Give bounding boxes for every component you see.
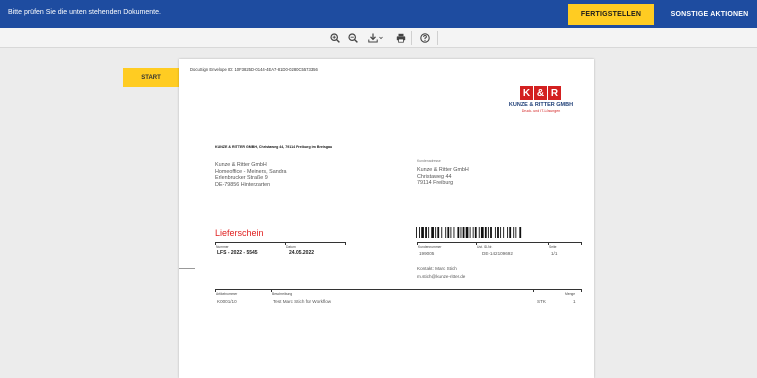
tax-id-label: Ust. ID-Nr. bbox=[477, 245, 493, 249]
barcode-bar bbox=[419, 227, 420, 238]
logo-ampersand: & bbox=[534, 86, 547, 100]
supplier-line: Kunze & Ritter GmbH bbox=[417, 167, 469, 173]
print-icon[interactable] bbox=[395, 31, 407, 45]
info-rule bbox=[215, 242, 345, 243]
download-icon[interactable] bbox=[367, 31, 385, 45]
barcode-bar bbox=[480, 227, 484, 238]
barcode-bar bbox=[497, 227, 499, 238]
top-bar: Bitte prüfen Sie die unten stehenden Dok… bbox=[0, 0, 757, 28]
barcode-bar bbox=[513, 227, 515, 238]
document-date: 24.05.2022 bbox=[289, 250, 315, 256]
start-button[interactable]: START bbox=[123, 68, 179, 87]
barcode-bar bbox=[425, 227, 427, 238]
quantity-column-header: Menge bbox=[565, 292, 576, 296]
barcode-bar bbox=[509, 227, 512, 238]
barcode-bar bbox=[507, 227, 509, 238]
rule-tick bbox=[581, 289, 582, 292]
supplier-address: Kunze & Ritter GmbH Christaweg 44 79114 … bbox=[417, 167, 469, 187]
date-label: Datum bbox=[286, 245, 296, 249]
logo-mark: K & R bbox=[520, 86, 561, 100]
toolbar-divider bbox=[411, 31, 412, 45]
recipient-line: DE-79856 Hinterzarten bbox=[215, 181, 271, 188]
barcode-bar bbox=[515, 227, 517, 238]
document-number: LFS - 2022 - 5545 bbox=[217, 250, 258, 256]
contact-person: Kontakt: Marc Stich bbox=[417, 266, 457, 271]
tax-id: DE-142109692 bbox=[482, 251, 513, 256]
barcode-bar bbox=[503, 227, 505, 238]
barcode-bar bbox=[457, 227, 460, 238]
rule-tick bbox=[581, 242, 582, 245]
zoom-in-icon[interactable] bbox=[329, 31, 341, 45]
document-toolbar bbox=[0, 28, 757, 48]
barcode-bar bbox=[445, 227, 447, 238]
supplier-line: 79114 Freiburg bbox=[417, 180, 454, 187]
customer-no-label: Kundennummer bbox=[418, 245, 442, 249]
barcode-bar bbox=[465, 227, 469, 238]
supplier-line: Christaweg 44 bbox=[417, 173, 452, 180]
info-rule bbox=[417, 242, 581, 243]
barcode-bar bbox=[474, 227, 477, 238]
customer-number: 199005 bbox=[419, 251, 435, 256]
help-icon[interactable] bbox=[419, 31, 431, 45]
barcode bbox=[416, 227, 522, 238]
barcode-bar bbox=[441, 227, 443, 238]
barcode-bar bbox=[494, 227, 496, 238]
description-column-header: Beschreibung bbox=[272, 292, 293, 296]
barcode-bar bbox=[453, 227, 455, 238]
barcode-bar bbox=[437, 227, 440, 238]
barcode-bar bbox=[487, 227, 489, 238]
barcode-bar bbox=[416, 227, 417, 238]
document-page: DocuSign Envelope ID: 10F3825D-0144-4EA7… bbox=[179, 59, 594, 378]
page-number: 1/1 bbox=[551, 251, 558, 256]
row-description: Test Marc Stich für Workflow bbox=[273, 299, 332, 304]
logo-tagline: Druck- und IT-Lösungen bbox=[521, 109, 561, 113]
finish-button[interactable]: FERTIGSTELLEN bbox=[568, 4, 654, 25]
barcode-bar bbox=[500, 227, 502, 238]
barcode-bar bbox=[484, 227, 487, 238]
barcode-bar bbox=[490, 227, 492, 238]
barcode-bar bbox=[519, 227, 522, 238]
page-label: Seite bbox=[549, 245, 557, 249]
article-column-header: Artikelnummer bbox=[216, 292, 238, 296]
barcode-bar bbox=[450, 227, 452, 238]
rule-tick bbox=[533, 289, 534, 292]
barcode-bar bbox=[447, 227, 450, 238]
logo-letter-r: R bbox=[548, 86, 561, 100]
barcode-bar bbox=[428, 227, 430, 238]
recipient-line: Erlenbrucker Straße 9 bbox=[215, 175, 268, 182]
envelope-id: DocuSign Envelope ID: 10F3825D-0144-4EA7… bbox=[190, 67, 318, 72]
barcode-bar bbox=[421, 227, 424, 238]
recipient-line: Kunze & Ritter GmbH bbox=[215, 162, 267, 168]
barcode-bar bbox=[431, 227, 434, 238]
barcode-bar bbox=[462, 227, 465, 238]
contact-email: m.stich@kunze-ritter.de bbox=[417, 274, 466, 279]
row-unit: STK bbox=[537, 299, 546, 304]
recipient-address: Kunze & Ritter GmbH Homeoffice - Meiners… bbox=[215, 162, 287, 188]
recipient-line: Homeoffice - Meiners, Sandra bbox=[215, 168, 287, 175]
number-label: Nummer bbox=[216, 245, 229, 249]
rule-tick bbox=[345, 242, 346, 245]
page-marker bbox=[179, 268, 195, 269]
barcode-bar bbox=[460, 227, 462, 238]
supplier-label: Kundenadresse bbox=[417, 159, 441, 163]
sender-line: KUNZE & RITTER GMBH, Christaweg 44, 7911… bbox=[215, 145, 333, 149]
barcode-bar bbox=[469, 227, 471, 238]
contact-block: Kontakt: Marc Stich m.stich@kunze-ritter… bbox=[417, 265, 465, 281]
row-quantity: 1 bbox=[573, 299, 576, 304]
barcode-bar bbox=[435, 227, 437, 238]
company-logo: K & R KUNZE & RITTER GMBH Druck- und IT-… bbox=[497, 86, 585, 116]
toolbar-divider bbox=[437, 31, 438, 45]
other-actions-button[interactable]: SONSTIGE AKTIONEN bbox=[662, 4, 757, 25]
logo-letter-k: K bbox=[520, 86, 533, 100]
logo-company-name: KUNZE & RITTER GMBH bbox=[508, 102, 574, 108]
document-title: Lieferschein bbox=[215, 228, 264, 238]
review-message: Bitte prüfen Sie die unten stehenden Dok… bbox=[8, 9, 161, 16]
zoom-out-icon[interactable] bbox=[347, 31, 359, 45]
table-rule bbox=[215, 289, 581, 290]
barcode-bar bbox=[472, 227, 474, 238]
row-article-number: K0001/10 bbox=[217, 299, 237, 304]
barcode-bar bbox=[478, 227, 480, 238]
